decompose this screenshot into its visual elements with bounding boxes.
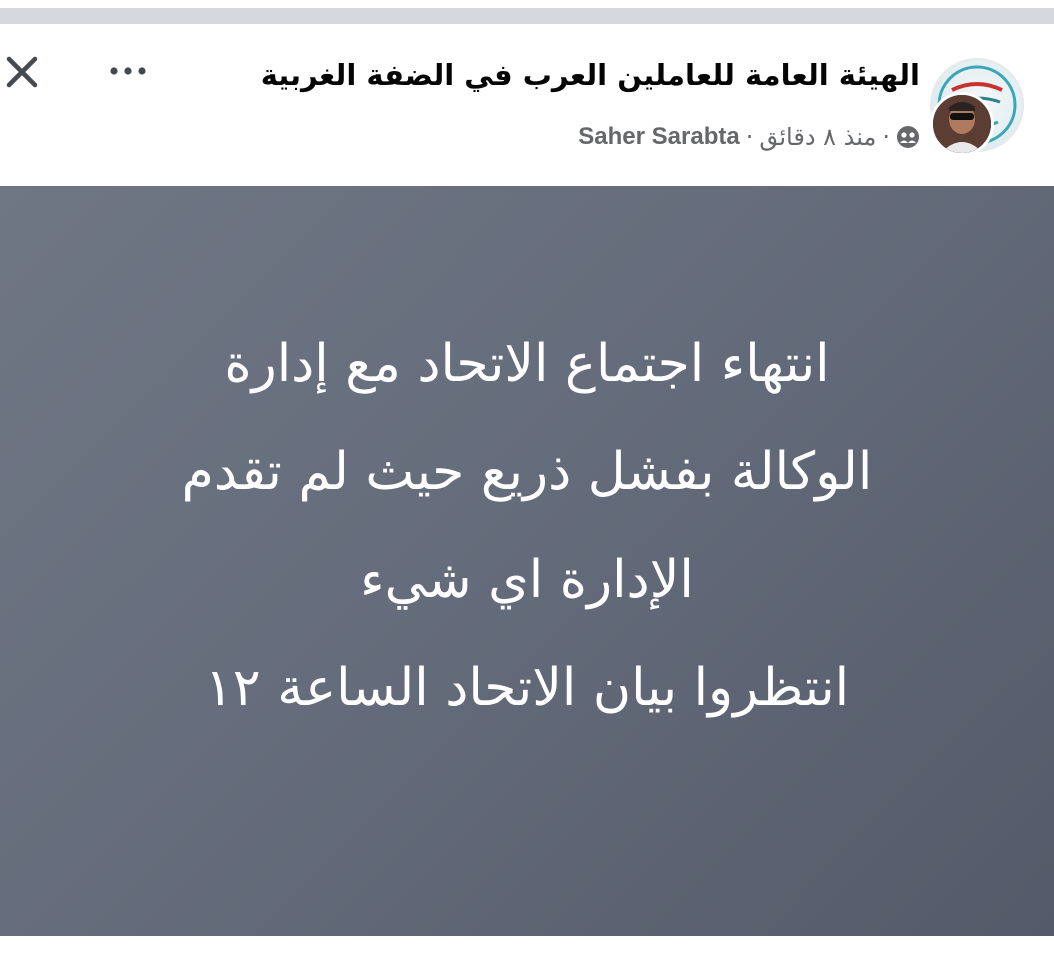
more-dots-icon [110, 67, 146, 75]
bottom-strip [0, 936, 1054, 961]
meta-separator: · [882, 123, 890, 151]
page-name[interactable]: الهيئة العامة للعاملين العرب في الضفة ال… [261, 58, 920, 92]
time-ago[interactable]: منذ ٨ دقائق [759, 123, 876, 151]
post-line: انتهاء اجتماع الاتحاد مع إدارة [224, 334, 830, 394]
more-options-button[interactable] [104, 56, 152, 86]
post-header [0, 28, 1054, 186]
post-line: الوكالة بفشل ذريع حيث لم تقدم [181, 442, 873, 502]
person-icon [933, 95, 991, 153]
post-line: انتظروا بيان الاتحاد الساعة ١٢ [204, 658, 850, 718]
close-button[interactable] [2, 52, 42, 92]
avatar-group[interactable] [930, 58, 1024, 156]
top-divider [0, 8, 1054, 24]
close-icon [6, 56, 38, 88]
top-strip [0, 0, 1054, 28]
group-icon [897, 126, 919, 148]
author-avatar [930, 92, 994, 156]
post-text: انتهاء اجتماع الاتحاد مع إدارة الوكالة ب… [77, 310, 977, 742]
author-name[interactable]: Saher Sarabta [578, 123, 739, 151]
post-meta: · منذ ٨ دقائق · Saher Sarabta [578, 123, 920, 151]
post-line: الإدارة اي شيء [360, 550, 694, 610]
meta-separator-2: · [745, 123, 754, 151]
post-content[interactable]: انتهاء اجتماع الاتحاد مع إدارة الوكالة ب… [0, 186, 1054, 936]
